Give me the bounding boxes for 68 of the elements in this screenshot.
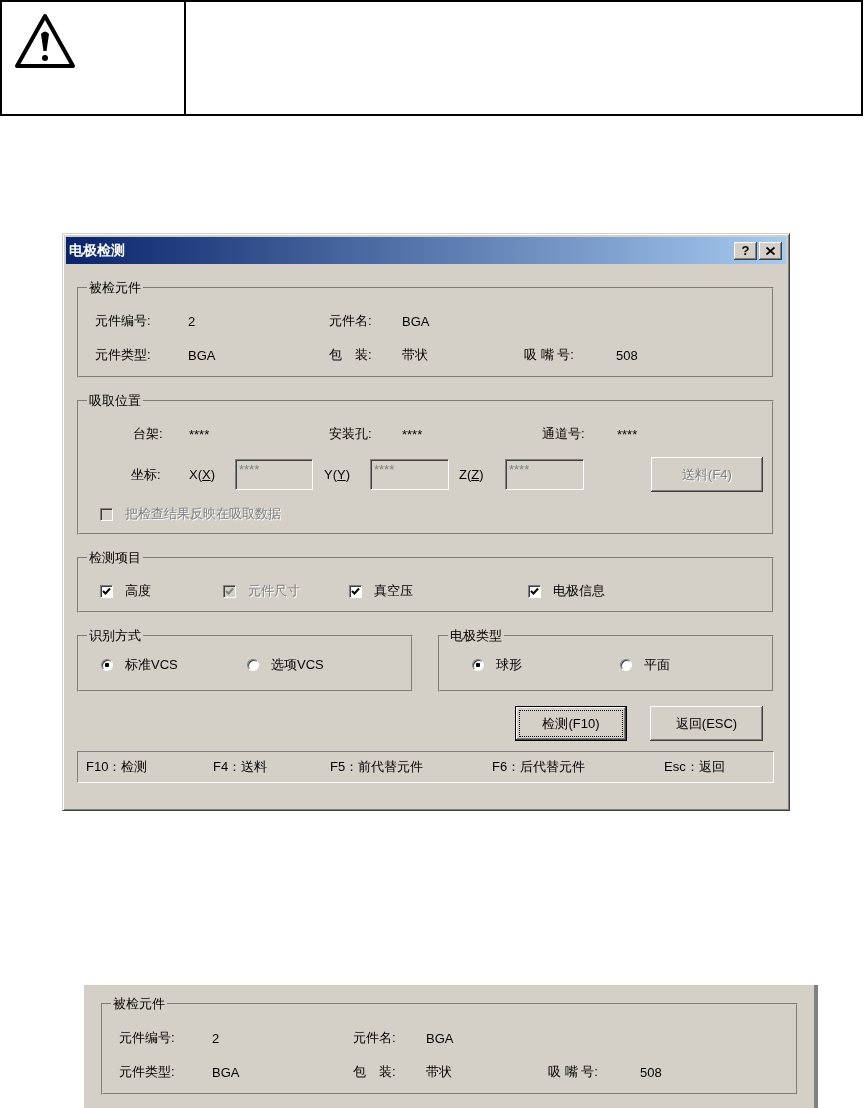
shortcut-hint: F10：检测 (86, 758, 148, 776)
field-value: **** (189, 426, 210, 442)
radio-button[interactable] (247, 659, 259, 671)
shortcut-hint: F4：送料 (213, 758, 268, 776)
field-value: 508 (640, 1064, 662, 1080)
close-icon (766, 246, 775, 255)
radio-label: 标准VCS (125, 656, 178, 674)
shortcut-hint: Esc：返回 (664, 758, 725, 776)
group-title: 吸取位置 (88, 393, 142, 409)
group-title: 识别方式 (88, 628, 142, 644)
field-value: 2 (212, 1030, 220, 1046)
checkbox-label: 电极信息 (553, 582, 605, 600)
shortcut-hint: F6：后代替元件 (492, 758, 586, 776)
shortcut-hint: F5：前代替元件 (330, 758, 424, 776)
detect-button[interactable]: 检测(F10) (515, 706, 627, 741)
check-icon (351, 586, 360, 596)
field-label: 元件类型: (95, 346, 151, 364)
coord-label: X(X) (189, 467, 215, 482)
radio-button[interactable] (620, 659, 632, 671)
field-label: 包 装: (353, 1063, 396, 1081)
check-icon (102, 586, 111, 596)
group-title: 检测项目 (88, 550, 142, 566)
field-label: 元件名: (329, 312, 372, 330)
check-icon (225, 586, 234, 596)
checkbox-label: 把检查结果反映在吸取数据 (125, 505, 281, 523)
field-value: 2 (188, 313, 196, 329)
close-button[interactable] (759, 241, 782, 260)
radio-label: 选项VCS (271, 656, 324, 674)
field-label: 元件类型: (119, 1063, 175, 1081)
field-value: 带状 (402, 346, 428, 364)
check-icon (530, 586, 539, 596)
field-label: 元件编号: (95, 312, 151, 330)
radio-label: 平面 (644, 656, 670, 674)
window-title: 电极检测 (69, 241, 126, 260)
group-title: 被检元件 (112, 996, 166, 1012)
field-value: 带状 (426, 1063, 452, 1081)
group-title: 电极类型 (449, 628, 503, 644)
field-value: BGA (212, 1064, 240, 1080)
group-title: 被检元件 (88, 280, 142, 296)
back-button[interactable]: 返回(ESC) (650, 706, 763, 741)
field-label: 坐标: (131, 465, 161, 484)
coord-label: Z(Z) (459, 467, 484, 482)
field-label: 台架: (133, 425, 163, 443)
field-value: **** (402, 426, 423, 442)
checkbox[interactable] (349, 584, 362, 598)
checkbox[interactable] (100, 584, 113, 598)
radio-button[interactable] (472, 659, 484, 671)
field-label: 通道号: (542, 425, 585, 443)
radio-button[interactable] (101, 659, 113, 671)
warning-icon (14, 13, 76, 69)
coord-label: Y(Y) (324, 467, 350, 482)
radio-label: 球形 (496, 656, 522, 674)
checkbox-label: 真空压 (374, 582, 413, 600)
field-value: **** (617, 426, 638, 442)
checkbox[interactable] (528, 584, 541, 598)
field-value: BGA (426, 1030, 454, 1046)
field-label: 吸 嘴 号: (548, 1063, 598, 1081)
field-label: 吸 嘴 号: (524, 346, 574, 364)
help-button[interactable]: ? (734, 241, 757, 260)
field-label: 元件编号: (119, 1029, 175, 1047)
field-value: BGA (402, 313, 430, 329)
field-value: 508 (616, 347, 638, 363)
field-value: BGA (188, 347, 216, 363)
checkbox-label: 高度 (125, 582, 151, 600)
field-label: 安装孔: (329, 425, 372, 443)
checkbox-label: 元件尺寸 (248, 582, 300, 600)
field-label: 元件名: (353, 1029, 396, 1047)
field-label: 包 装: (329, 346, 372, 364)
